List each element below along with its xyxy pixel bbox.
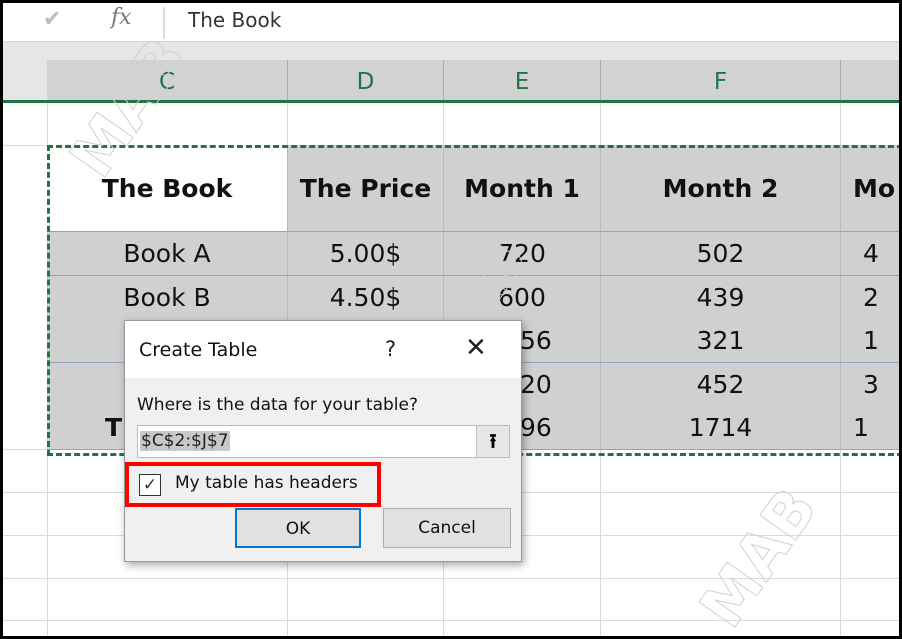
table-cell[interactable]: 1 xyxy=(841,406,899,451)
column-header-f[interactable]: F xyxy=(601,60,841,100)
table-cell[interactable]: 439 xyxy=(601,275,841,320)
table-cell[interactable]: Book B xyxy=(47,275,288,320)
collapse-dialog-icon[interactable]: ⭱ xyxy=(476,425,510,458)
cancel-button[interactable]: Cancel xyxy=(383,508,511,548)
grid-line xyxy=(3,578,899,579)
column-header-row: C D E F xyxy=(3,60,899,103)
table-cell[interactable]: Book A xyxy=(47,232,288,276)
headers-checkbox[interactable]: ✓ xyxy=(139,474,161,496)
excel-window: ✔ fx The Book C D E F The Book The Price M… xyxy=(0,0,902,639)
check-icon[interactable]: ✔ xyxy=(43,7,61,32)
table-cell[interactable]: 2 xyxy=(841,275,899,320)
column-header-c[interactable]: C xyxy=(47,60,288,100)
table-cell[interactable]: 720 xyxy=(444,232,601,276)
table-cell[interactable]: 1714 xyxy=(601,406,841,451)
formula-bar: ✔ fx The Book xyxy=(3,3,899,42)
create-table-dialog: Create Table ? ✕ Where is the data for y… xyxy=(124,320,522,562)
dialog-title: Create Table xyxy=(139,339,258,361)
table-cell[interactable]: 5.00$ xyxy=(288,232,444,276)
watermark: MAB xyxy=(686,475,832,639)
table-header-cell[interactable]: The Book xyxy=(47,145,288,232)
table-cell[interactable]: 600 xyxy=(444,275,601,320)
close-icon[interactable]: ✕ xyxy=(465,333,487,363)
table-cell[interactable]: 4.50$ xyxy=(288,275,444,320)
fx-icon[interactable]: fx xyxy=(111,5,132,30)
column-header-e[interactable]: E xyxy=(444,60,601,100)
table-header-cell[interactable]: Month 1 xyxy=(444,145,601,232)
ok-button[interactable]: OK xyxy=(235,508,361,548)
range-input[interactable]: $C$2:$J$7 xyxy=(137,425,495,458)
toolbar-band xyxy=(3,42,899,62)
range-label: Where is the data for your table? xyxy=(137,395,418,415)
headers-checkbox-label[interactable]: My table has headers xyxy=(175,473,358,493)
table-cell[interactable]: 1 xyxy=(841,319,899,364)
column-header-g[interactable] xyxy=(841,60,899,100)
table-cell[interactable]: 4 xyxy=(841,232,899,276)
table-header-cell[interactable]: Mo xyxy=(841,145,899,232)
help-icon[interactable]: ? xyxy=(385,337,396,361)
headers-checkbox-highlight: ✓ My table has headers xyxy=(125,462,381,507)
grid-line xyxy=(3,620,899,621)
table-cell[interactable]: 3 xyxy=(841,362,899,407)
table-header-cell[interactable]: The Price xyxy=(288,145,444,232)
divider xyxy=(163,7,165,39)
range-value: $C$2:$J$7 xyxy=(140,431,230,451)
column-header-d[interactable]: D xyxy=(288,60,444,100)
table-cell[interactable]: 502 xyxy=(601,232,841,276)
table-cell[interactable]: 452 xyxy=(601,362,841,407)
dialog-titlebar: Create Table ? ✕ xyxy=(125,321,521,378)
table-header-cell[interactable]: Month 2 xyxy=(601,145,841,232)
formula-input[interactable]: The Book xyxy=(188,8,281,32)
table-cell[interactable]: 321 xyxy=(601,319,841,364)
